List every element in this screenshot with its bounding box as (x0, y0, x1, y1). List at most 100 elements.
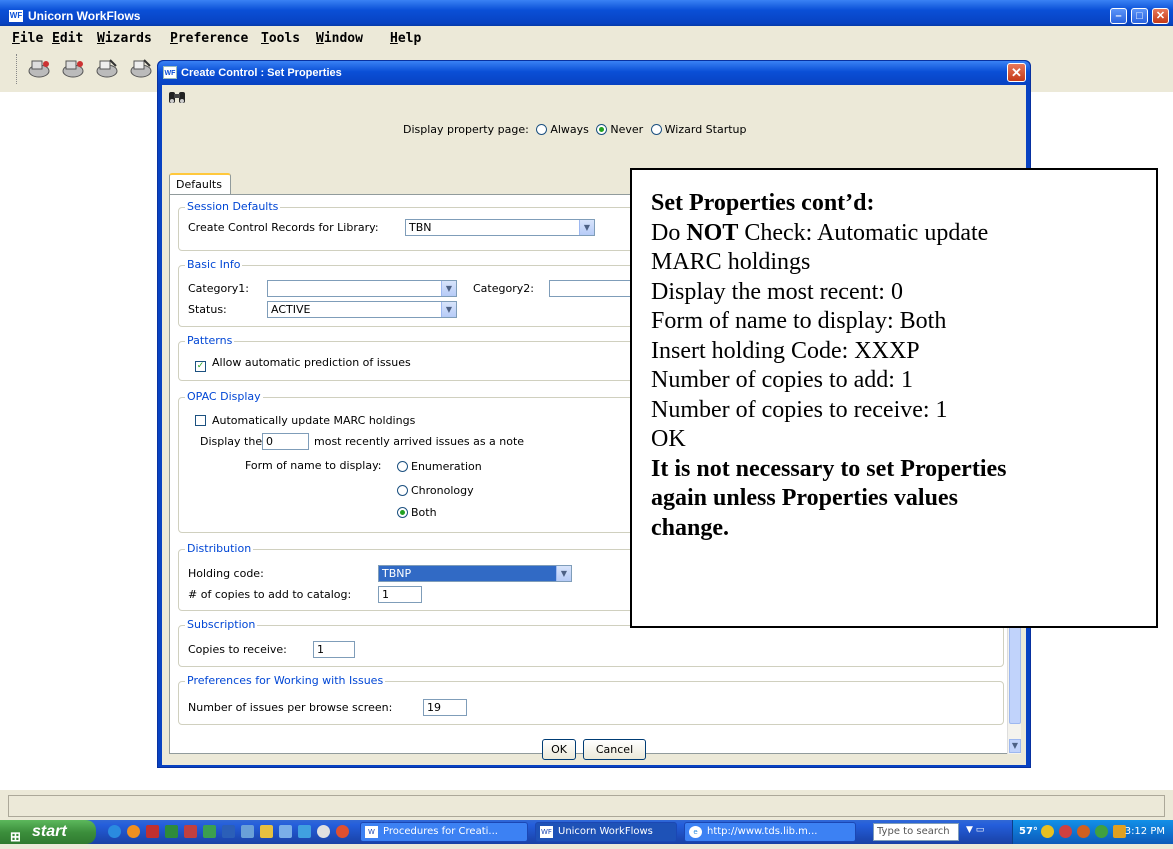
radio-wizard-startup-label: Wizard Startup (664, 123, 747, 136)
copies-receive-input[interactable]: 1 (313, 641, 355, 658)
search-dropdown-icon[interactable]: ▼ ▭ (966, 825, 984, 835)
app-quicklaunch-icon[interactable] (336, 825, 349, 838)
dialog-title: Create Control : Set Properties (181, 67, 342, 79)
preferences-group: Preferences for Working with Issues Numb… (178, 674, 1004, 725)
callout-line8: OK (651, 426, 686, 452)
subscription-group: Subscription Copies to receive: 1 (178, 618, 1004, 667)
chevron-down-icon[interactable]: ▼ (556, 566, 571, 581)
wizard-tool-icon[interactable] (94, 56, 120, 82)
recent-issues-input[interactable]: 0 (262, 433, 309, 450)
auto-predict-row: ✓ Allow automatic prediction of issues (195, 356, 411, 372)
chevron-down-icon[interactable]: ▼ (441, 281, 456, 296)
chevron-down-icon[interactable]: ▼ (441, 302, 456, 317)
binoculars-icon[interactable] (168, 89, 186, 109)
radio-wizard-startup[interactable] (650, 124, 662, 135)
start-button[interactable]: ⊞ start (0, 820, 96, 844)
ie-icon[interactable] (108, 825, 121, 838)
distribution-legend: Distribution (185, 542, 254, 555)
weather-icon[interactable] (1041, 825, 1054, 838)
form-of-name-label: Form of name to display: (245, 459, 382, 472)
copies-add-input[interactable]: 1 (378, 586, 422, 603)
app-quicklaunch-icon[interactable] (317, 825, 330, 838)
temperature: 57° (1019, 826, 1038, 837)
menu-edit[interactable]: Edit (52, 31, 83, 46)
subscription-legend: Subscription (185, 618, 258, 631)
radio-both[interactable] (397, 507, 408, 518)
tray-icon[interactable] (1077, 825, 1090, 838)
app-quicklaunch-icon[interactable] (146, 825, 159, 838)
app-quicklaunch-icon[interactable] (241, 825, 254, 838)
tray-icon[interactable] (1059, 825, 1072, 838)
app-icon: WF (9, 10, 23, 22)
radio-chronology[interactable] (397, 485, 408, 496)
app-quicklaunch-icon[interactable] (279, 825, 292, 838)
callout-line2: MARC holdings (651, 249, 811, 275)
callout-line1: Do NOT Check: Automatic update (651, 219, 1156, 249)
task-browser-label: http://www.tds.lib.m... (707, 826, 818, 837)
minimize-icon[interactable]: – (1110, 8, 1127, 24)
wizard-tool-icon[interactable] (128, 56, 154, 82)
dialog-titlebar[interactable]: WF Create Control : Set Properties ✕ (158, 61, 1030, 85)
menu-help[interactable]: Help (390, 31, 421, 46)
category1-label: Category1: (188, 282, 249, 295)
app-quicklaunch-icon[interactable] (184, 825, 197, 838)
status-select[interactable]: ACTIVE ▼ (267, 301, 457, 318)
auto-update-checkbox[interactable] (195, 415, 206, 426)
wizard-tool-icon[interactable] (60, 56, 86, 82)
radio-enumeration[interactable] (397, 461, 408, 472)
tray-icon[interactable] (1095, 825, 1108, 838)
browse-count-input[interactable]: 19 (423, 699, 467, 716)
wizard-tool-icon[interactable] (26, 56, 52, 82)
basic-info-legend: Basic Info (185, 258, 243, 271)
callout-line1-pre: Do (651, 219, 687, 246)
firefox-icon[interactable] (127, 825, 140, 838)
menu-tools[interactable]: Tools (261, 31, 300, 46)
auto-predict-checkbox[interactable]: ✓ (195, 361, 206, 372)
library-select[interactable]: TBN ▼ (405, 219, 595, 236)
task-unicorn-label: Unicorn WorkFlows (558, 826, 653, 837)
callout-note1: It is not necessary to set Properties (651, 455, 1007, 482)
menu-window[interactable]: Window (316, 31, 363, 46)
callout-line3: Display the most recent: 0 (651, 278, 903, 305)
task-browser[interactable]: e http://www.tds.lib.m... (684, 822, 856, 842)
chevron-down-icon[interactable]: ▼ (579, 220, 594, 235)
maximize-icon[interactable]: □ (1131, 8, 1148, 24)
taskbar-search-input[interactable]: Type to search (873, 823, 959, 841)
form-enumeration-row: Enumeration (393, 460, 482, 473)
copies-receive-label: Copies to receive: (188, 643, 287, 656)
form-chronology-label: Chronology (411, 484, 474, 497)
menu-wizards[interactable]: Wizards (97, 31, 152, 46)
app-quicklaunch-icon[interactable] (298, 825, 311, 838)
menu-preference[interactable]: Preference (170, 31, 248, 46)
callout-heading: Set Properties cont’d: (651, 190, 875, 216)
callout-line4: Form of name to display: Both (651, 308, 947, 334)
tab-defaults[interactable]: Defaults (169, 173, 231, 195)
browse-count-label: Number of issues per browse screen: (188, 701, 393, 714)
scroll-down-icon[interactable]: ▼ (1009, 739, 1021, 753)
app-titlebar[interactable]: WF Unicorn WorkFlows – □ ✕ (0, 0, 1173, 26)
holding-code-label: Holding code: (188, 567, 264, 580)
status-value: ACTIVE (271, 303, 311, 316)
app-quicklaunch-icon[interactable] (260, 825, 273, 838)
word-icon[interactable] (222, 825, 235, 838)
app-quicklaunch-icon[interactable] (203, 825, 216, 838)
excel-icon[interactable] (165, 825, 178, 838)
close-icon[interactable]: ✕ (1152, 8, 1169, 24)
menu-file[interactable]: File (12, 31, 43, 46)
form-chronology-row: Chronology (393, 484, 474, 497)
dialog-close-icon[interactable]: ✕ (1007, 63, 1026, 82)
windows-flag-icon: ⊞ (10, 829, 21, 844)
toolbar-grip (16, 54, 19, 84)
instruction-callout: Set Properties cont’d: Do NOT Check: Aut… (630, 168, 1158, 628)
dialog-app-icon: WF (163, 66, 177, 79)
ie-icon: e (689, 826, 702, 838)
holding-code-select[interactable]: TBNP ▼ (378, 565, 572, 582)
ok-button[interactable]: OK (542, 739, 576, 760)
task-unicorn[interactable]: WF Unicorn WorkFlows (535, 822, 677, 842)
cancel-button[interactable]: Cancel (583, 739, 646, 760)
radio-always[interactable] (536, 124, 548, 135)
category1-select[interactable]: ▼ (267, 280, 457, 297)
radio-never[interactable] (596, 124, 608, 135)
task-procedures[interactable]: W Procedures for Creati... (360, 822, 528, 842)
holding-code-value: TBNP (382, 567, 412, 580)
